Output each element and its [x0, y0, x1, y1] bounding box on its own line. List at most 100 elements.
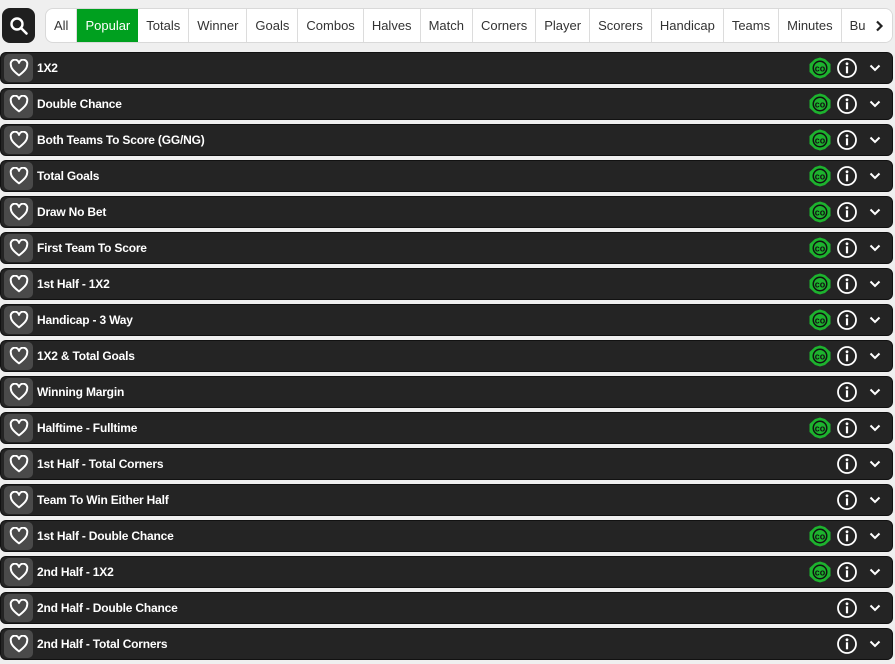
favorite-button[interactable] — [4, 378, 33, 406]
chevron-down-icon[interactable] — [868, 493, 882, 507]
favorite-button[interactable] — [4, 558, 33, 586]
svg-text:co: co — [815, 567, 826, 577]
info-icon[interactable] — [836, 201, 858, 223]
svg-text:co: co — [815, 531, 826, 541]
chevron-down-icon[interactable] — [868, 565, 882, 579]
tab-teams[interactable]: Teams — [724, 9, 780, 42]
chevron-down-icon[interactable] — [868, 529, 882, 543]
favorite-button[interactable] — [4, 486, 33, 514]
market-row[interactable]: 2nd Half - 1X2 co — [0, 556, 893, 588]
market-row[interactable]: 1X2 co — [0, 52, 893, 84]
favorite-button[interactable] — [4, 270, 33, 298]
info-icon[interactable] — [836, 57, 858, 79]
chevron-down-icon[interactable] — [868, 241, 882, 255]
chevron-down-icon[interactable] — [868, 133, 882, 147]
tab-combos[interactable]: Combos — [298, 9, 364, 42]
market-label: Halftime - Fulltime — [37, 421, 138, 435]
market-label: Draw No Bet — [37, 205, 107, 219]
info-icon[interactable] — [836, 633, 858, 655]
market-row[interactable]: Team To Win Either Half co — [0, 484, 893, 516]
tabs-scroll-right-button[interactable] — [866, 9, 892, 42]
info-icon[interactable] — [836, 561, 858, 583]
chevron-down-icon[interactable] — [868, 349, 882, 363]
info-icon[interactable] — [836, 309, 858, 331]
heart-icon — [9, 527, 29, 545]
market-row[interactable]: First Team To Score co — [0, 232, 893, 264]
chevron-down-icon[interactable] — [868, 169, 882, 183]
market-row[interactable]: Handicap - 3 Way co — [0, 304, 893, 336]
chevron-down-icon[interactable] — [868, 61, 882, 75]
market-row[interactable]: 1X2 & Total Goals co — [0, 340, 893, 372]
tab-halves[interactable]: Halves — [364, 9, 421, 42]
chevron-down-icon[interactable] — [868, 97, 882, 111]
chevron-down-icon[interactable] — [868, 205, 882, 219]
tab-player[interactable]: Player — [536, 9, 591, 42]
chevron-down-icon[interactable] — [868, 421, 882, 435]
search-button[interactable] — [2, 8, 35, 43]
market-row-actions: co — [808, 593, 886, 623]
svg-text:co: co — [815, 135, 826, 145]
favorite-button[interactable] — [4, 306, 33, 334]
chevron-down-icon[interactable] — [868, 385, 882, 399]
market-label: 1X2 & Total Goals — [37, 349, 135, 363]
market-row[interactable]: Total Goals co — [0, 160, 893, 192]
chevron-down-icon[interactable] — [868, 457, 882, 471]
favorite-button[interactable] — [4, 342, 33, 370]
favorite-button[interactable] — [4, 126, 33, 154]
tab-winner[interactable]: Winner — [189, 9, 248, 42]
market-row[interactable]: Winning Margin co — [0, 376, 893, 408]
market-row[interactable]: 1st Half - 1X2 co — [0, 268, 893, 300]
tab-match[interactable]: Match — [421, 9, 473, 42]
market-label: 2nd Half - 1X2 — [37, 565, 114, 579]
tab-minutes[interactable]: Minutes — [779, 9, 842, 42]
info-icon[interactable] — [836, 381, 858, 403]
info-icon[interactable] — [836, 417, 858, 439]
market-row[interactable]: Both Teams To Score (GG/NG) co — [0, 124, 893, 156]
info-icon[interactable] — [836, 597, 858, 619]
market-row[interactable]: 2nd Half - Total Corners co — [0, 628, 893, 660]
chevron-down-icon[interactable] — [868, 637, 882, 651]
info-icon[interactable] — [836, 525, 858, 547]
favorite-button[interactable] — [4, 630, 33, 658]
chevron-down-icon[interactable] — [868, 313, 882, 327]
market-row[interactable]: 1st Half - Total Corners co — [0, 448, 893, 480]
info-icon[interactable] — [836, 273, 858, 295]
info-icon[interactable] — [836, 237, 858, 259]
info-icon[interactable] — [836, 129, 858, 151]
market-label: Handicap - 3 Way — [37, 313, 133, 327]
favorite-button[interactable] — [4, 162, 33, 190]
favorite-button[interactable] — [4, 198, 33, 226]
chevron-down-icon[interactable] — [868, 277, 882, 291]
tab-goals[interactable]: Goals — [247, 9, 299, 42]
tab-handicap[interactable]: Handicap — [652, 9, 724, 42]
market-row[interactable]: 1st Half - Double Chance co — [0, 520, 893, 552]
market-row[interactable]: Halftime - Fulltime co — [0, 412, 893, 444]
favorite-button[interactable] — [4, 90, 33, 118]
market-label: 1X2 — [37, 61, 58, 75]
favorite-button[interactable] — [4, 414, 33, 442]
heart-icon — [9, 599, 29, 617]
market-row[interactable]: Draw No Bet co — [0, 196, 893, 228]
favorite-button[interactable] — [4, 234, 33, 262]
favorite-button[interactable] — [4, 54, 33, 82]
tab-popular[interactable]: Popular — [77, 9, 139, 42]
favorite-button[interactable] — [4, 450, 33, 478]
market-row[interactable]: 2nd Half - Double Chance co — [0, 592, 893, 624]
heart-icon — [9, 203, 29, 221]
favorite-button[interactable] — [4, 594, 33, 622]
info-icon[interactable] — [836, 93, 858, 115]
tab-scorers[interactable]: Scorers — [590, 9, 652, 42]
tab-corners[interactable]: Corners — [473, 9, 537, 42]
heart-icon — [9, 167, 29, 185]
market-row-actions: co — [808, 449, 886, 479]
info-icon[interactable] — [836, 489, 858, 511]
svg-text:co: co — [815, 351, 826, 361]
tab-all[interactable]: All — [46, 9, 78, 42]
chevron-down-icon[interactable] — [868, 601, 882, 615]
market-row[interactable]: Double Chance co — [0, 88, 893, 120]
info-icon[interactable] — [836, 453, 858, 475]
favorite-button[interactable] — [4, 522, 33, 550]
info-icon[interactable] — [836, 165, 858, 187]
tab-totals[interactable]: Totals — [138, 9, 190, 42]
info-icon[interactable] — [836, 345, 858, 367]
